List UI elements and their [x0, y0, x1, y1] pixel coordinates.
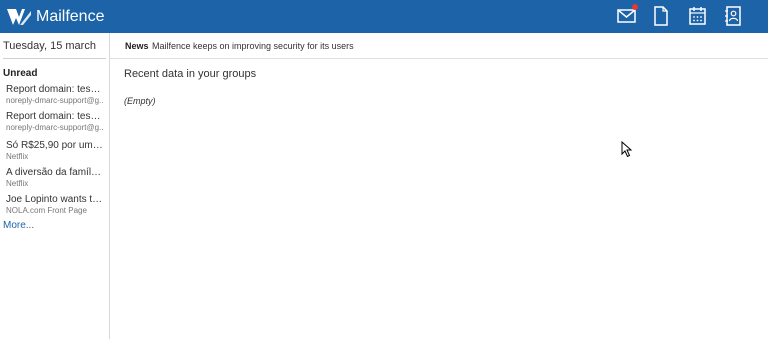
mail-nav-button[interactable]: [617, 4, 638, 24]
news-headline[interactable]: Mailfence keeps on improving security fo…: [152, 41, 354, 51]
mail-sender: Netflix: [6, 152, 29, 161]
document-icon: [654, 6, 668, 26]
contacts-nav-button[interactable]: [724, 6, 742, 26]
unread-mail-item[interactable]: Joe Lopinto wants to ... NOLA.com Front …: [6, 194, 103, 216]
mail-sender: noreply-dmarc-support@g...: [6, 96, 103, 105]
unread-heading: Unread: [3, 68, 38, 79]
unread-mail-item[interactable]: A diversão da família ... Netflix: [6, 167, 103, 189]
mail-sender: Netflix: [6, 179, 29, 188]
mail-subject: Só R$25,90 por um m...: [6, 140, 103, 151]
unread-mail-item[interactable]: Report domain: test.c... noreply-dmarc-s…: [6, 111, 103, 133]
mail-subject: A diversão da família ...: [6, 167, 103, 178]
mailfence-logo-icon: [7, 9, 31, 25]
unread-mail-item[interactable]: Só R$25,90 por um m... Netflix: [6, 140, 103, 162]
top-bar: Mailfence: [0, 0, 768, 33]
groups-empty-text: (Empty): [124, 96, 156, 106]
app-name: Mailfence: [36, 8, 105, 25]
main-content: News Mailfence keeps on improving securi…: [110, 33, 768, 339]
more-link[interactable]: More...: [3, 220, 34, 231]
groups-section-title: Recent data in your groups: [124, 68, 257, 80]
mail-subject: Report domain: test.c...: [6, 84, 103, 95]
contacts-icon: [725, 6, 741, 26]
mail-subject: Joe Lopinto wants to ...: [6, 194, 103, 205]
mouse-cursor-icon: [621, 141, 633, 158]
mail-subject: Report domain: test.c...: [6, 111, 103, 122]
calendar-icon: [689, 7, 706, 25]
unread-mail-item[interactable]: Report domain: test.c... noreply-dmarc-s…: [6, 84, 103, 106]
mail-sender: NOLA.com Front Page: [6, 206, 87, 215]
news-label: News: [125, 41, 149, 51]
documents-nav-button[interactable]: [653, 6, 669, 26]
current-date: Tuesday, 15 march: [3, 40, 96, 52]
notification-dot: [632, 4, 638, 10]
mailfence-logo[interactable]: Mailfence: [6, 6, 104, 28]
sidebar-divider: [3, 58, 106, 59]
mail-sender: noreply-dmarc-support@g...: [6, 123, 103, 132]
calendar-nav-button[interactable]: [688, 6, 708, 26]
sidebar: Tuesday, 15 march Unread Report domain: …: [0, 33, 110, 339]
news-bar: News Mailfence keeps on improving securi…: [110, 33, 768, 59]
